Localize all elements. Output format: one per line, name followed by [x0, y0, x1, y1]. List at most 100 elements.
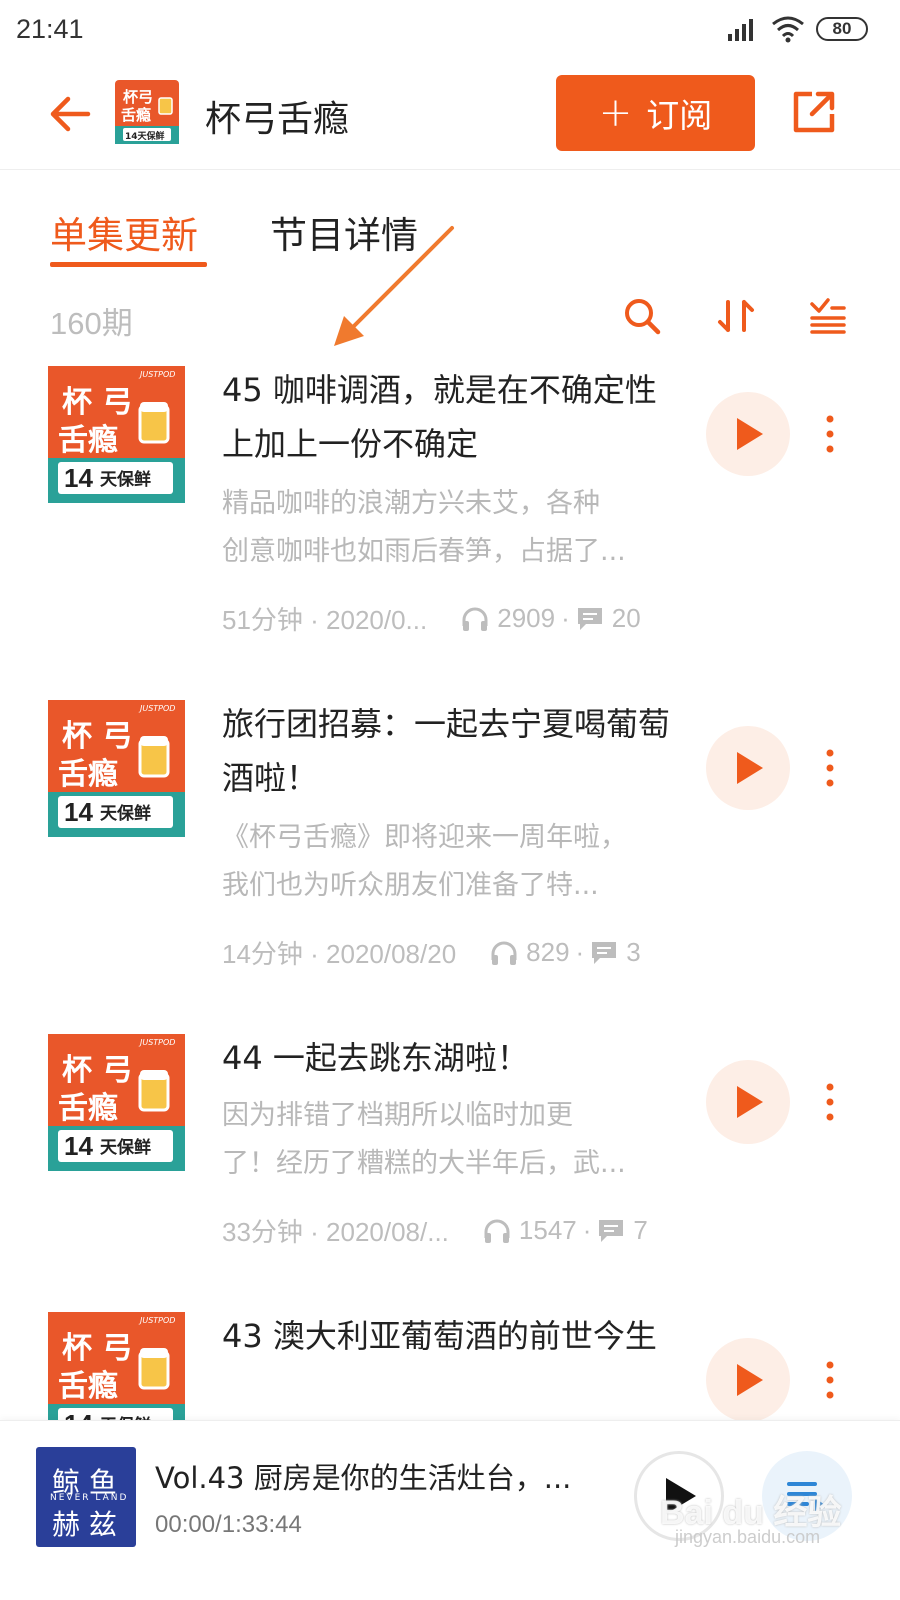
cover-badge: JUSTPOD	[138, 704, 175, 713]
cover-line1: 杯 弓	[62, 1331, 132, 1366]
header: 杯弓 舌瘾 14天保鲜 杯弓舌瘾 + 订阅	[0, 60, 900, 170]
episode-meta: 51分钟 · 2020/0... 2909 · 20	[222, 600, 682, 637]
episode-item[interactable]: JUSTPOD 杯 弓 舌瘾 14 天保鲜 45 咖啡调酒，就是在不确定性上加上…	[0, 366, 900, 666]
more-options-icon[interactable]	[820, 1360, 840, 1400]
headphones-icon	[484, 1219, 510, 1243]
cover-days: 14	[64, 797, 93, 827]
episode-cover-image: JUSTPOD 杯 弓 舌瘾 14 天保鲜	[48, 1034, 185, 1171]
annotation-arrow-icon	[334, 226, 454, 346]
play-icon	[737, 752, 763, 784]
episode-meta: 14分钟 · 2020/08/20 829 · 3	[222, 934, 682, 971]
player-cover-small: NEVER LAND	[50, 1493, 129, 1503]
episode-duration-date: 51分钟 · 2020/0...	[222, 605, 428, 635]
episode-desc-line: 了！经历了糟糕的大半年后，武...	[222, 1148, 626, 1179]
episode-desc-line: 《杯弓舌瘾》即将迎来一周年啦，	[222, 822, 627, 853]
episode-desc-line: 因为排错了档期所以临时加更	[222, 1100, 573, 1131]
play-icon	[737, 1086, 763, 1118]
play-button[interactable]	[706, 726, 790, 810]
play-button[interactable]	[706, 1338, 790, 1420]
episode-comments: 7	[633, 1215, 648, 1245]
cover-badge: JUSTPOD	[138, 370, 175, 379]
player-cover-line2: 赫 兹	[52, 1508, 117, 1541]
cover-line1: 杯 弓	[62, 719, 132, 754]
back-arrow-icon[interactable]	[44, 88, 96, 140]
episode-title[interactable]: 43 澳大利亚葡萄酒的前世今生	[222, 1312, 682, 1363]
wifi-icon	[772, 16, 804, 43]
signal-icon	[728, 19, 753, 41]
episode-meta: 33分钟 · 2020/08/... 1547 · 7	[222, 1212, 682, 1249]
headphones-icon	[491, 941, 517, 965]
active-tab-indicator	[50, 262, 207, 267]
status-time: 21:41	[16, 14, 84, 44]
cover-days: 14	[64, 463, 93, 493]
search-icon[interactable]	[620, 294, 664, 338]
episode-description: 精品咖啡的浪潮方兴未艾，各种 创意咖啡也如雨后春笋，占据了...	[222, 480, 682, 576]
cover-badge: JUSTPOD	[138, 1316, 175, 1325]
comment-icon	[592, 941, 617, 964]
subscribe-label: 订阅	[646, 96, 713, 135]
episode-title[interactable]: 45 咖啡调酒，就是在不确定性上加上一份不确定	[222, 363, 682, 471]
status-bar: 21:41 80	[0, 0, 900, 60]
cover-badge: JUSTPOD	[138, 1038, 175, 1047]
play-button[interactable]	[706, 392, 790, 476]
player-progress-time: 00:00/1:33:44	[155, 1511, 302, 1538]
cover-days: 14	[64, 1131, 93, 1161]
cover-line2: 舌瘾	[58, 757, 118, 792]
episode-description: 《杯弓舌瘾》即将迎来一周年啦， 我们也为听众朋友们准备了特...	[222, 814, 682, 910]
episode-cover-image: JUSTPOD 杯 弓 舌瘾 14 天保鲜	[48, 700, 185, 837]
watermark-url: jingyan.baidu.com	[675, 1527, 821, 1547]
episode-description: 因为排错了档期所以临时加更 了！经历了糟糕的大半年后，武...	[222, 1092, 682, 1188]
episode-cover-image: JUSTPOD 杯 弓 舌瘾 14 天保鲜	[48, 1312, 185, 1420]
player-cover-image: 鲸 鱼 NEVER LAND 赫 兹	[36, 1447, 136, 1547]
header-cover-image: 杯弓 舌瘾 14天保鲜	[115, 80, 179, 144]
episode-item[interactable]: JUSTPOD 杯 弓 舌瘾 14 天保鲜 旅行团招募：一起去宁夏喝葡萄酒啦！ …	[0, 700, 900, 1000]
episode-desc-line: 我们也为听众朋友们准备了特...	[222, 870, 599, 901]
mini-player[interactable]: 鲸 鱼 NEVER LAND 赫 兹 Vol.43 厨房是你的生活灶台，... …	[0, 1420, 900, 1600]
cover-line1: 杯 弓	[62, 1053, 132, 1088]
episode-comments: 3	[626, 937, 641, 967]
episode-comments: 20	[611, 603, 641, 633]
episode-plays: 2909	[497, 603, 556, 633]
tab-episodes[interactable]: 单集更新	[50, 205, 198, 259]
plus-icon: +	[598, 90, 633, 136]
podcast-title: 杯弓舌瘾	[205, 99, 350, 140]
episode-desc-line: 创意咖啡也如雨后春笋，占据了...	[222, 536, 626, 567]
cover-line2: 舌瘾	[58, 1369, 118, 1404]
more-options-icon[interactable]	[820, 748, 840, 788]
battery-icon: 80	[816, 17, 868, 41]
episode-title[interactable]: 44 一起去跳东湖啦！	[222, 1031, 682, 1085]
cover-line1: 杯 弓	[62, 385, 132, 420]
header-cover-text-3: 14天保鲜	[125, 130, 165, 142]
comment-icon	[599, 1219, 624, 1242]
more-options-icon[interactable]	[820, 1082, 840, 1122]
cover-line2: 舌瘾	[58, 1091, 118, 1126]
header-cover-text-1: 杯弓	[123, 88, 153, 106]
episode-duration-date: 14分钟 · 2020/08/20	[222, 939, 457, 969]
multi-select-icon[interactable]	[806, 294, 850, 338]
comment-icon	[577, 607, 602, 630]
episode-cover-image: JUSTPOD 杯 弓 舌瘾 14 天保鲜	[48, 366, 185, 503]
episode-plays: 1547	[518, 1215, 577, 1245]
cover-days: 14	[64, 1409, 93, 1420]
episode-count: 160期	[50, 306, 133, 341]
episode-duration-date: 33分钟 · 2020/08/...	[222, 1217, 449, 1247]
play-button[interactable]	[706, 1060, 790, 1144]
share-icon[interactable]	[790, 88, 838, 136]
subscribe-button[interactable]: + 订阅	[556, 75, 755, 151]
headphones-icon	[462, 607, 488, 631]
episode-desc-line: 精品咖啡的浪潮方兴未艾，各种	[222, 488, 600, 519]
header-cover-text-2: 舌瘾	[121, 106, 151, 124]
episode-item[interactable]: JUSTPOD 杯 弓 舌瘾 14 天保鲜 44 一起去跳东湖啦！ 因为排错了档…	[0, 1034, 900, 1284]
play-icon	[737, 1364, 763, 1396]
more-options-icon[interactable]	[820, 414, 840, 454]
cover-fresh: 天保鲜	[100, 469, 151, 490]
player-episode-title[interactable]: Vol.43 厨房是你的生活灶台，...	[155, 1455, 595, 1497]
cover-fresh: 天保鲜	[100, 803, 151, 824]
episode-title[interactable]: 旅行团招募：一起去宁夏喝葡萄酒啦！	[222, 697, 682, 805]
cover-line2: 舌瘾	[58, 423, 118, 458]
episode-plays: 829	[526, 937, 570, 967]
cover-fresh: 天保鲜	[100, 1137, 151, 1158]
episode-item[interactable]: JUSTPOD 杯 弓 舌瘾 14 天保鲜 43 澳大利亚葡萄酒的前世今生	[0, 1312, 900, 1420]
sort-icon[interactable]	[714, 294, 758, 338]
play-icon	[737, 418, 763, 450]
